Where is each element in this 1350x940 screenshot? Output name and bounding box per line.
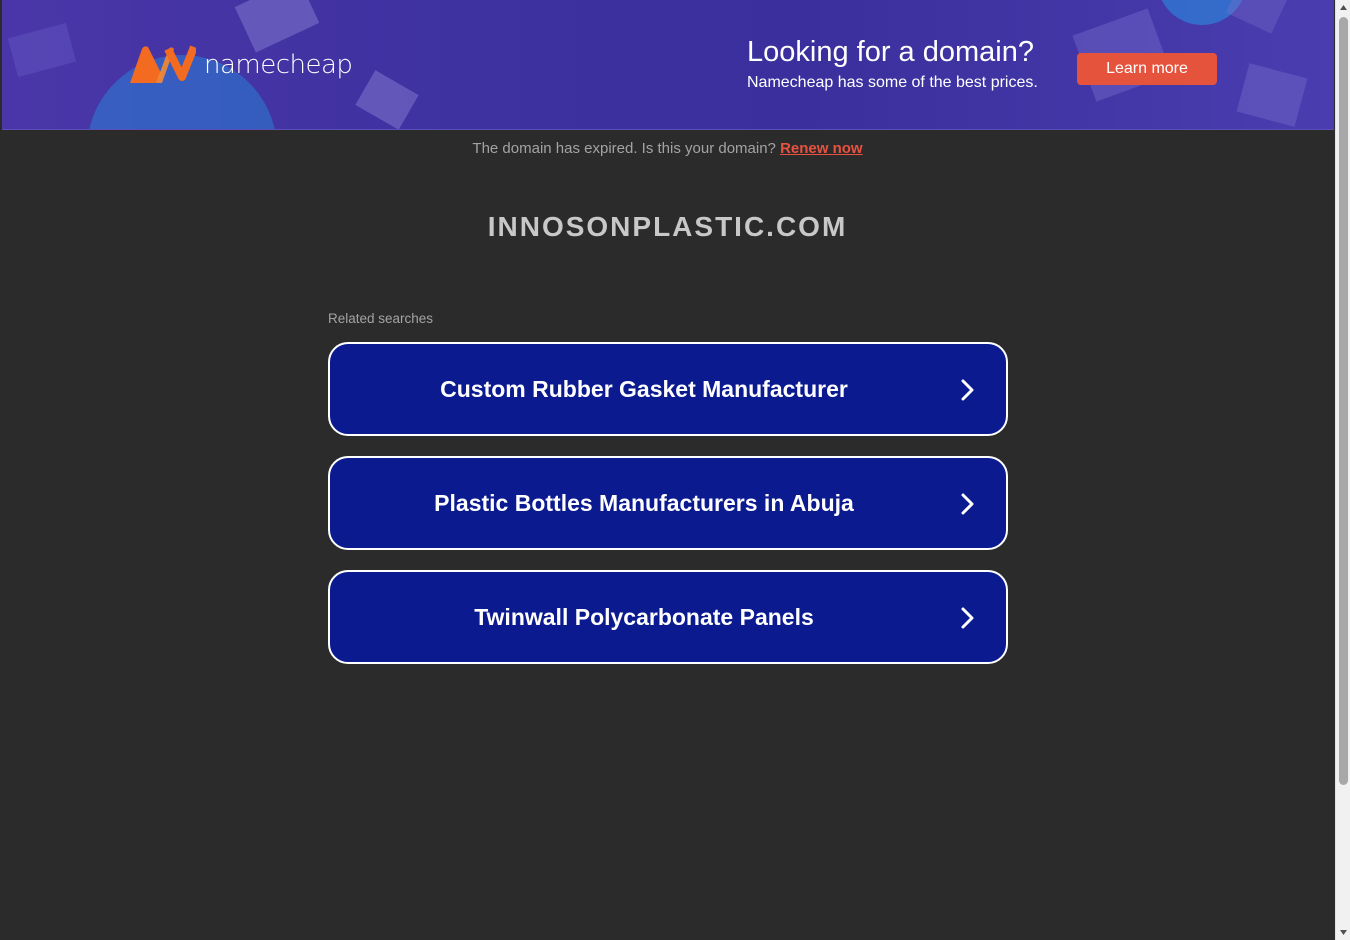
domain-name: INNOSONPLASTIC.COM (487, 211, 848, 242)
scrollbar-thumb[interactable] (1339, 17, 1348, 785)
scroll-down-arrow-icon[interactable] (1339, 927, 1348, 937)
scroll-up-arrow-icon[interactable] (1339, 3, 1348, 13)
related-search-button[interactable]: Twinwall Polycarbonate Panels (328, 570, 1008, 664)
expired-notice: The domain has expired. Is this your dom… (0, 139, 1335, 159)
vertical-scrollbar[interactable] (1335, 0, 1350, 940)
related-search-label: Custom Rubber Gasket Manufacturer (440, 375, 848, 402)
promo-block: Looking for a domain? Namecheap has some… (747, 34, 1038, 94)
promo-title: Looking for a domain? (747, 36, 1034, 68)
related-searches-list: Custom Rubber Gasket Manufacturer Plasti… (328, 342, 1008, 684)
related-search-label: Plastic Bottles Manufacturers in Abuja (434, 489, 854, 516)
namecheap-banner[interactable]: namecheap Looking for a domain? Namechea… (2, 0, 1334, 130)
related-search-button[interactable]: Plastic Bottles Manufacturers in Abuja (328, 456, 1008, 550)
promo-subtitle: Namecheap has some of the best prices. (747, 74, 1038, 91)
namecheap-logo[interactable]: namecheap (128, 45, 353, 85)
namecheap-logo-icon (130, 45, 196, 83)
shape-card (7, 22, 77, 78)
expired-notice-text: The domain has expired. Is this your dom… (472, 140, 776, 157)
shape-card (355, 70, 419, 129)
shape-card (1225, 0, 1289, 34)
chevron-right-icon (961, 493, 974, 515)
chevron-right-icon (961, 379, 974, 401)
related-searches-label: Related searches (328, 311, 434, 326)
renew-now-link[interactable]: Renew now (780, 140, 863, 157)
parked-page: namecheap Looking for a domain? Namechea… (0, 0, 1335, 940)
learn-more-button[interactable]: Learn more (1077, 53, 1217, 85)
related-search-button[interactable]: Custom Rubber Gasket Manufacturer (328, 342, 1008, 436)
related-search-label: Twinwall Polycarbonate Panels (474, 603, 814, 630)
shape-card (1236, 63, 1308, 127)
brand-name: namecheap (204, 50, 353, 80)
chevron-right-icon (961, 607, 974, 629)
